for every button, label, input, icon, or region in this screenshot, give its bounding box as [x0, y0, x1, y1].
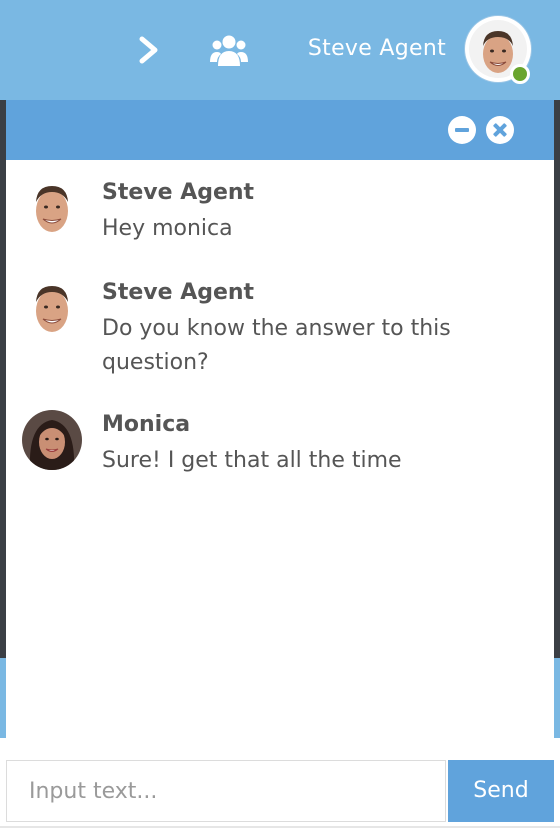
right-edge-lower	[554, 658, 560, 738]
message-text: Hey monica	[102, 216, 233, 241]
chevron-right-icon[interactable]	[136, 35, 162, 65]
send-button[interactable]: Send	[448, 760, 554, 822]
users-icon[interactable]	[209, 33, 249, 67]
chat-panel-header	[6, 100, 554, 160]
message-sender: Steve Agent	[102, 180, 255, 205]
message-text: Do you know the answer to this question?	[102, 316, 451, 375]
message-text: Sure! I get that all the time	[102, 448, 402, 473]
minimize-icon[interactable]	[448, 116, 476, 144]
close-icon[interactable]	[486, 116, 514, 144]
message-input[interactable]	[6, 760, 446, 822]
top-header: Steve Agent	[0, 0, 560, 100]
steve-avatar	[22, 278, 82, 338]
message-sender: Steve Agent	[102, 280, 255, 305]
agent-name: Steve Agent	[307, 36, 446, 61]
composer: Send	[6, 760, 554, 826]
online-status-dot	[510, 64, 530, 84]
message-list[interactable]: Steve Agent Hey monica Steve Agent Do yo…	[6, 160, 554, 760]
monica-avatar	[22, 410, 82, 470]
right-edge	[554, 100, 560, 658]
message-sender: Monica	[102, 412, 191, 437]
steve-avatar	[22, 178, 82, 238]
